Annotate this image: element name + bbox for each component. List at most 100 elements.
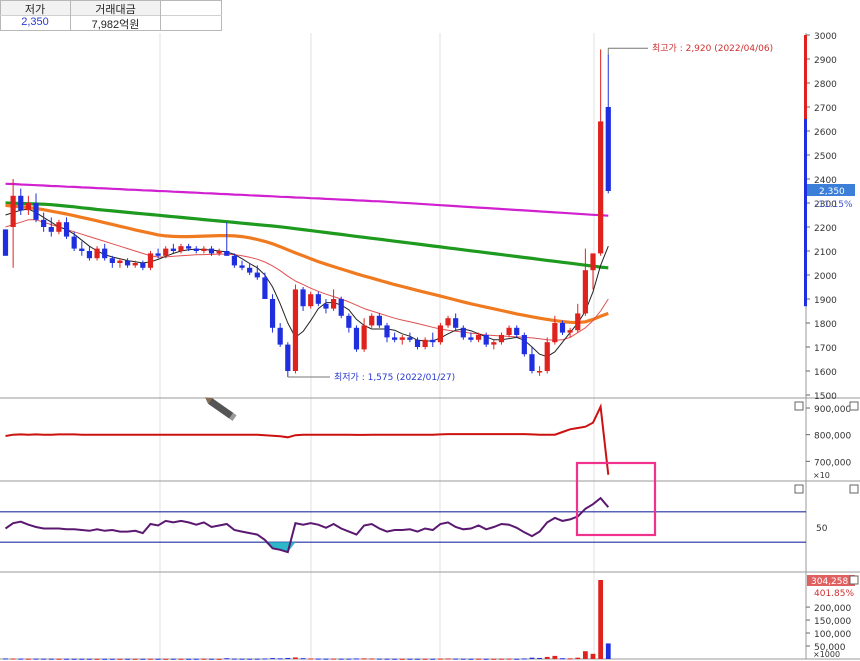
rsi-expand-button[interactable] [794,484,804,494]
candle-body[interactable] [598,121,604,254]
candle-body[interactable] [315,294,321,304]
candle-body[interactable] [224,251,230,256]
indicator-expand-button[interactable] [794,401,804,411]
candle-body[interactable] [308,294,314,307]
candle-body[interactable] [537,371,543,373]
volume-change-label: 401.85% [814,589,854,599]
candle-body[interactable] [376,315,382,326]
candle-body[interactable] [483,335,489,345]
candle-body[interactable] [193,248,199,251]
candle-body[interactable] [201,248,207,251]
candle-body[interactable] [231,255,237,266]
volume-bar [506,658,512,660]
candle-body[interactable] [521,335,527,355]
candle-body[interactable] [155,253,161,256]
volume-bar [148,658,153,660]
candle-body[interactable] [399,337,405,340]
candle-body[interactable] [239,265,245,268]
candle-body[interactable] [292,289,299,371]
candle-body[interactable] [48,227,54,232]
candle-body[interactable] [132,263,138,266]
candle-body[interactable] [247,267,253,273]
candle-body[interactable] [300,289,306,307]
candle-body[interactable] [269,299,276,328]
candle-body[interactable] [498,335,505,343]
candle-body[interactable] [323,303,329,309]
candle-body[interactable] [2,229,9,256]
candle-body[interactable] [414,339,421,347]
candle-body[interactable] [147,253,154,268]
candle-body[interactable] [18,195,24,211]
candle-body[interactable] [56,222,62,232]
candle-body[interactable] [422,339,428,347]
candle-body[interactable] [109,258,115,263]
candle-body[interactable] [262,277,268,299]
candle-body[interactable] [254,272,260,278]
candle-body[interactable] [445,318,451,326]
volume-bar [87,658,92,660]
candle-body[interactable] [330,299,337,309]
candle-body[interactable] [186,246,192,249]
candle-body[interactable] [460,327,466,338]
candle-body[interactable] [605,107,611,191]
candle-body[interactable] [140,263,146,268]
volume-bar [567,658,573,660]
candle-body[interactable] [163,248,169,256]
candle-body[interactable] [208,248,215,254]
candle-body[interactable] [575,313,581,331]
candle-body[interactable] [79,248,85,251]
candle-body[interactable] [117,260,123,263]
candle-body[interactable] [33,203,39,220]
volume-bar [491,658,497,660]
candle-body[interactable] [86,251,93,259]
indicator-close-button[interactable] [849,401,859,411]
volume-bar [94,658,100,660]
rsi-close-button[interactable] [849,484,859,494]
candle-body[interactable] [10,195,16,227]
price-tick-label: 2900 [814,56,837,66]
candle-body[interactable] [430,339,436,343]
candle-body[interactable] [361,325,367,350]
volume-bar [109,658,115,660]
candle-body[interactable] [25,203,31,211]
candle-body[interactable] [178,246,184,251]
candle-body[interactable] [567,330,573,333]
candle-body[interactable] [529,354,535,371]
candle-body[interactable] [552,323,558,343]
volume-tick-label: 150,000 [814,617,851,627]
candle-body[interactable] [384,325,390,338]
candle-body[interactable] [124,260,131,266]
candle-body[interactable] [94,248,100,259]
candle-body[interactable] [437,325,444,343]
volume-bar [605,643,611,659]
candle-body[interactable] [544,342,550,371]
candle-body[interactable] [559,323,566,333]
candle-body[interactable] [468,337,474,340]
candle-body[interactable] [514,327,520,335]
candle-body[interactable] [102,248,108,259]
candle-body[interactable] [407,337,413,340]
candle-body[interactable] [71,236,77,249]
candle-body[interactable] [453,318,459,328]
candle-body[interactable] [582,270,588,314]
candle-body[interactable] [369,315,375,326]
candle-body[interactable] [63,222,70,237]
candle-body[interactable] [41,219,47,227]
candle-body[interactable] [346,315,352,328]
candle-body[interactable] [170,248,176,251]
volume-close-button[interactable] [849,575,859,585]
candle-body[interactable] [277,327,283,345]
candle-body[interactable] [285,344,291,371]
candle-body[interactable] [392,337,398,340]
candle-body[interactable] [338,299,344,316]
candle-body[interactable] [491,342,497,345]
candle-body[interactable] [216,251,222,254]
stock-chart[interactable]: 1500160017001800190020002100220023002400… [0,0,860,661]
candle-body[interactable] [506,327,512,335]
volume-bar [270,658,275,660]
candle-body[interactable] [353,327,360,350]
candle-body[interactable] [590,253,596,271]
price-tick-label: 2600 [814,128,837,138]
candle-body[interactable] [475,335,482,340]
price-tick-label: 2000 [814,272,837,282]
